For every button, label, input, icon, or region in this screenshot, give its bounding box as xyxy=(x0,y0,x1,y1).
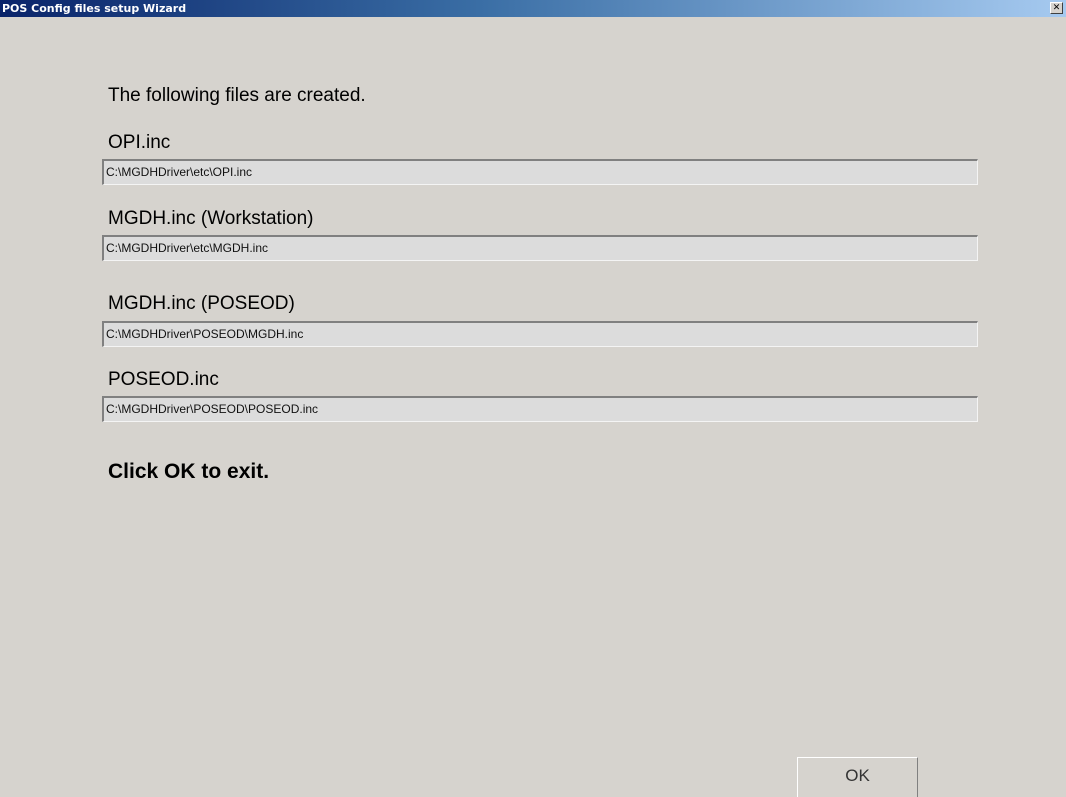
window-title: POS Config files setup Wizard xyxy=(2,2,187,15)
file-label-opi: OPI.inc xyxy=(108,132,171,153)
file-label-mgdh-poseod: MGDH.inc (POSEOD) xyxy=(108,293,295,314)
file-label-mgdh-workstation: MGDH.inc (Workstation) xyxy=(108,208,314,229)
ok-button[interactable]: OK xyxy=(797,757,918,797)
path-field-mgdh-poseod[interactable]: C:\MGDHDriver\POSEOD\MGDH.inc xyxy=(102,321,978,347)
page-heading: The following files are created. xyxy=(108,85,366,106)
path-field-poseod[interactable]: C:\MGDHDriver\POSEOD\POSEOD.inc xyxy=(102,396,978,422)
close-icon[interactable]: ✕ xyxy=(1050,2,1063,14)
exit-instruction: Click OK to exit. xyxy=(108,460,270,483)
path-field-mgdh-workstation[interactable]: C:\MGDHDriver\etc\MGDH.inc xyxy=(102,235,978,261)
file-label-poseod: POSEOD.inc xyxy=(108,369,219,390)
path-field-opi[interactable]: C:\MGDHDriver\etc\OPI.inc xyxy=(102,159,978,185)
title-bar[interactable]: POS Config files setup Wizard ✕ xyxy=(0,0,1066,17)
